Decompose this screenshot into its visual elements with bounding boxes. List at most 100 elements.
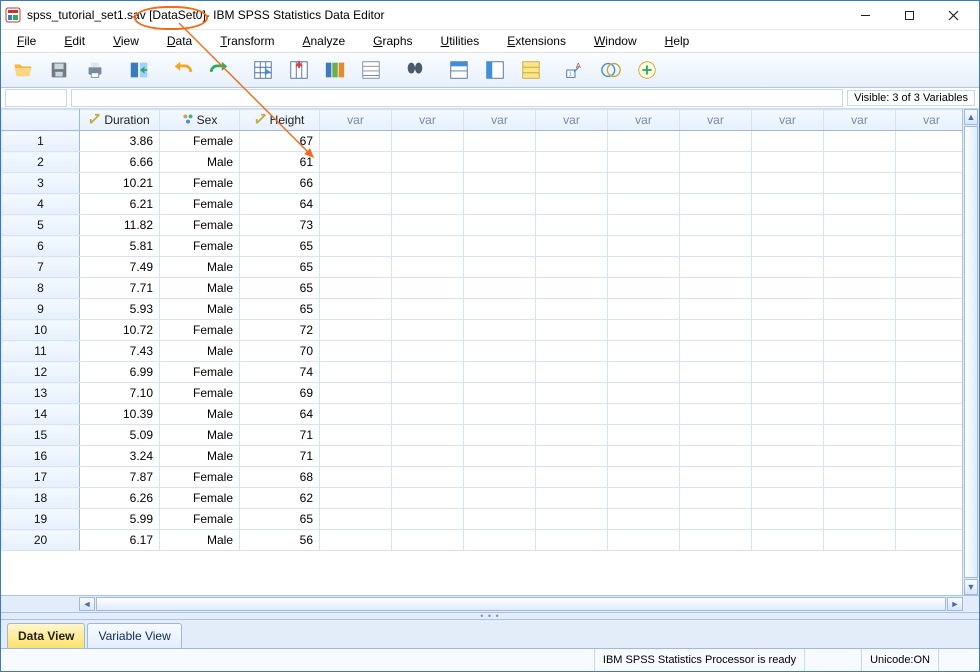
cell-empty[interactable] (824, 488, 896, 509)
cell-empty[interactable] (608, 257, 680, 278)
row-number[interactable]: 12 (2, 362, 80, 383)
cell-empty[interactable] (608, 488, 680, 509)
cell-empty[interactable] (464, 131, 536, 152)
menu-transform[interactable]: Transform (208, 33, 286, 49)
cell-duration[interactable]: 5.93 (80, 299, 160, 320)
row-number[interactable]: 3 (2, 173, 80, 194)
corner-cell[interactable] (2, 110, 80, 131)
cell-empty[interactable] (896, 299, 964, 320)
row-number[interactable]: 5 (2, 215, 80, 236)
table-row[interactable]: 46.21Female64 (2, 194, 964, 215)
cell-empty[interactable] (464, 425, 536, 446)
vertical-scroll-thumb[interactable] (964, 126, 978, 578)
cell-empty[interactable] (392, 530, 464, 551)
cell-empty[interactable] (752, 299, 824, 320)
table-row[interactable]: 13.86Female67 (2, 131, 964, 152)
table-row[interactable]: 26.66Male61 (2, 152, 964, 173)
cell-empty[interactable] (392, 299, 464, 320)
select-cases-button[interactable] (515, 55, 547, 85)
cell-empty[interactable] (896, 404, 964, 425)
horizontal-scroll-thumb[interactable] (96, 597, 946, 611)
cell-empty[interactable] (608, 320, 680, 341)
cell-empty[interactable] (896, 509, 964, 530)
cell-duration[interactable]: 6.99 (80, 362, 160, 383)
cell-empty[interactable] (320, 509, 392, 530)
cell-empty[interactable] (752, 320, 824, 341)
cell-height[interactable]: 64 (240, 194, 320, 215)
cell-empty[interactable] (896, 152, 964, 173)
cell-height[interactable]: 70 (240, 341, 320, 362)
cell-empty[interactable] (824, 152, 896, 173)
cell-empty[interactable] (824, 320, 896, 341)
cell-empty[interactable] (536, 152, 608, 173)
scroll-left-icon[interactable]: ◄ (79, 597, 95, 611)
cell-height[interactable]: 65 (240, 257, 320, 278)
cell-empty[interactable] (896, 215, 964, 236)
cell-empty[interactable] (608, 152, 680, 173)
cell-empty[interactable] (320, 446, 392, 467)
cell-empty[interactable] (680, 446, 752, 467)
cell-empty[interactable] (320, 257, 392, 278)
column-header-empty[interactable]: var (464, 110, 536, 131)
customize-toolbar-button[interactable] (631, 55, 663, 85)
table-row[interactable]: 65.81Female65 (2, 236, 964, 257)
cell-empty[interactable] (752, 131, 824, 152)
cell-empty[interactable] (680, 425, 752, 446)
cell-empty[interactable] (680, 299, 752, 320)
cell-empty[interactable] (752, 467, 824, 488)
print-button[interactable] (79, 55, 111, 85)
cell-empty[interactable] (752, 257, 824, 278)
cell-sex[interactable]: Female (160, 362, 240, 383)
cell-sex[interactable]: Female (160, 509, 240, 530)
cell-empty[interactable] (608, 383, 680, 404)
column-header-empty[interactable]: var (752, 110, 824, 131)
goto-cell-box[interactable] (5, 89, 67, 107)
cell-empty[interactable] (464, 278, 536, 299)
row-number[interactable]: 15 (2, 425, 80, 446)
cell-empty[interactable] (464, 173, 536, 194)
cell-empty[interactable] (680, 131, 752, 152)
column-header-empty[interactable]: var (896, 110, 964, 131)
cell-empty[interactable] (752, 152, 824, 173)
cell-duration[interactable]: 10.39 (80, 404, 160, 425)
table-row[interactable]: 155.09Male71 (2, 425, 964, 446)
cell-empty[interactable] (680, 320, 752, 341)
cell-empty[interactable] (824, 194, 896, 215)
cell-empty[interactable] (608, 530, 680, 551)
cell-duration[interactable]: 7.49 (80, 257, 160, 278)
cell-empty[interactable] (464, 236, 536, 257)
cell-duration[interactable]: 6.26 (80, 488, 160, 509)
cell-empty[interactable] (896, 131, 964, 152)
scroll-right-icon[interactable]: ► (947, 597, 963, 611)
row-number[interactable]: 10 (2, 320, 80, 341)
cell-empty[interactable] (392, 152, 464, 173)
cell-empty[interactable] (392, 215, 464, 236)
cell-empty[interactable] (680, 173, 752, 194)
cell-empty[interactable] (680, 215, 752, 236)
cell-height[interactable]: 68 (240, 467, 320, 488)
menu-analyze[interactable]: Analyze (290, 33, 357, 49)
cell-empty[interactable] (752, 341, 824, 362)
cell-empty[interactable] (464, 215, 536, 236)
cell-empty[interactable] (320, 467, 392, 488)
cell-empty[interactable] (824, 236, 896, 257)
cell-empty[interactable] (320, 425, 392, 446)
cell-empty[interactable] (464, 299, 536, 320)
column-header-empty[interactable]: var (680, 110, 752, 131)
cell-height[interactable]: 56 (240, 530, 320, 551)
column-header-empty[interactable]: var (392, 110, 464, 131)
run-descriptives-button[interactable] (355, 55, 387, 85)
use-sets-button[interactable] (595, 55, 627, 85)
cell-empty[interactable] (536, 257, 608, 278)
table-row[interactable]: 206.17Male56 (2, 530, 964, 551)
row-number[interactable]: 2 (2, 152, 80, 173)
cell-sex[interactable]: Male (160, 530, 240, 551)
table-row[interactable]: 117.43Male70 (2, 341, 964, 362)
cell-empty[interactable] (392, 425, 464, 446)
splitter[interactable]: • • • (1, 612, 979, 620)
cell-sex[interactable]: Male (160, 257, 240, 278)
cell-empty[interactable] (824, 446, 896, 467)
cell-empty[interactable] (536, 194, 608, 215)
menu-utilities[interactable]: Utilities (429, 33, 492, 49)
cell-empty[interactable] (608, 509, 680, 530)
